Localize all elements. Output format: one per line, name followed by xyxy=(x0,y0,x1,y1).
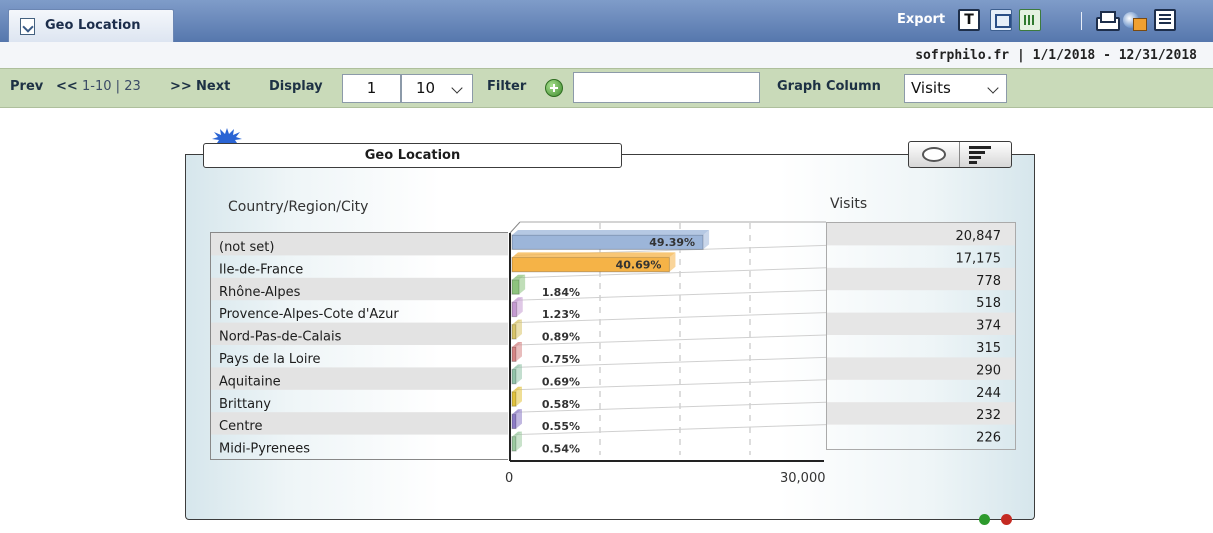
report-icon[interactable] xyxy=(1154,9,1176,31)
x-tick-label: 30,000 xyxy=(780,471,826,486)
separator: | xyxy=(1016,48,1025,63)
export-word-icon[interactable] xyxy=(990,9,1012,31)
share-icon[interactable] xyxy=(1123,9,1147,31)
pager-range: 1-10 | 23 xyxy=(82,79,141,94)
add-filter-icon[interactable] xyxy=(545,79,563,97)
graph-column-value: Visits xyxy=(911,79,951,97)
display-count-select[interactable]: 10 xyxy=(401,74,473,103)
tab-geo-location[interactable]: Geo Location xyxy=(8,9,174,42)
prev-button[interactable]: Prev xyxy=(10,79,43,94)
tab-label: Geo Location xyxy=(45,18,141,33)
bar-chart-icon[interactable] xyxy=(969,146,999,164)
export-text-icon[interactable]: T xyxy=(958,9,980,31)
page-range-separator: | xyxy=(115,79,121,94)
category-table xyxy=(210,232,508,460)
graph-column-label: Graph Column xyxy=(777,79,881,94)
chart-panel-title: Geo Location xyxy=(203,143,622,168)
category-column-header: Country/Region/City xyxy=(228,199,369,215)
pie-chart-icon[interactable] xyxy=(922,147,946,162)
export-excel-icon[interactable] xyxy=(1019,9,1041,31)
site-name: sofrphilo.fr xyxy=(915,48,1010,63)
graph-column-select[interactable]: Visits xyxy=(904,74,1007,103)
toolbar-divider xyxy=(1081,12,1082,30)
chevron-down-icon xyxy=(987,82,999,94)
display-start-input[interactable]: 1 xyxy=(342,74,401,103)
next-arrows-icon[interactable]: >> xyxy=(170,79,192,94)
value-table xyxy=(826,222,1016,450)
page-range-text: 1-10 xyxy=(82,79,112,94)
display-label: Display xyxy=(269,79,323,94)
filter-label: Filter xyxy=(487,79,527,94)
filter-input[interactable] xyxy=(573,72,760,103)
export-label: Export xyxy=(897,12,946,27)
toggle-divider xyxy=(959,142,960,167)
page-total: 23 xyxy=(124,79,141,94)
print-icon[interactable] xyxy=(1095,9,1120,31)
x-tick-label: 0 xyxy=(505,471,514,486)
value-column-header: Visits xyxy=(830,196,868,212)
frame-border xyxy=(185,154,205,155)
report-document-icon xyxy=(20,18,35,35)
site-date-range: sofrphilo.fr | 1/1/2018 - 12/31/2018 xyxy=(915,48,1197,63)
display-count-value: 10 xyxy=(416,79,436,97)
status-green-icon xyxy=(979,514,990,525)
chart-type-toggle xyxy=(908,141,1012,168)
prev-arrows-icon[interactable]: << xyxy=(56,79,78,94)
chevron-down-icon xyxy=(451,82,463,94)
next-button[interactable]: Next xyxy=(196,79,230,94)
date-range: 1/1/2018 - 12/31/2018 xyxy=(1032,48,1197,63)
status-red-icon xyxy=(1001,514,1012,525)
